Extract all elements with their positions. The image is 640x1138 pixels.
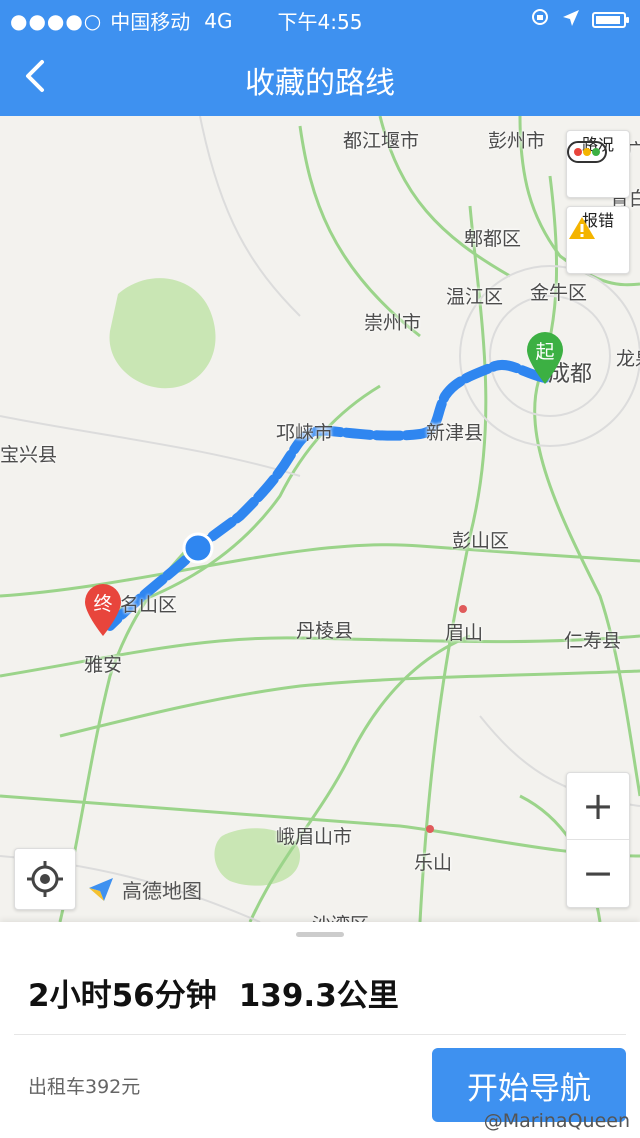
page-title: 收藏的路线: [245, 66, 395, 101]
minor-roads: [0, 116, 640, 922]
zoom-out-button[interactable]: −: [567, 839, 629, 906]
park-area: [109, 278, 216, 389]
place-label: 金牛区: [530, 282, 588, 304]
route-summary: 2小时56分钟 139.3公里: [28, 970, 399, 1015]
route-duration: 2小时56分钟: [28, 978, 217, 1014]
route-waypoint: [182, 532, 214, 564]
place-label: 雅安: [84, 654, 123, 676]
place-label: 龙泉: [616, 348, 640, 370]
zoom-controls: + −: [566, 772, 630, 908]
traffic-light-icon: [567, 141, 607, 163]
place-label: 名山区: [120, 594, 178, 616]
divider: [14, 1034, 626, 1035]
place-label: 沙湾区: [312, 910, 369, 922]
route-map[interactable]: 都江堰市 彭州市 郫都区 温江区 金牛区 崇州市 成都 龙泉 邛崃市 新津县 宝…: [0, 116, 640, 922]
traffic-button[interactable]: 路况: [566, 130, 630, 198]
route-distance: 139.3公里: [238, 978, 399, 1014]
taxi-fare: 出租车392元: [28, 1076, 141, 1098]
crosshair-icon: [27, 861, 63, 897]
route-summary-sheet: 2小时56分钟 139.3公里 出租车392元 开始导航 @MarinaQueen: [0, 922, 640, 1138]
place-label: 温江区: [446, 286, 504, 308]
place-label: 乐山: [414, 852, 453, 874]
place-label: 彭山区: [452, 530, 510, 552]
place-label: 丹棱县: [296, 620, 354, 642]
place-label: 彭州市: [488, 130, 546, 152]
orientation-lock-icon: [530, 7, 550, 32]
status-bar: ●●●●○ 中国移动 4G 下午4:55: [0, 0, 640, 36]
watermark: @MarinaQueen: [483, 1110, 630, 1132]
city-dot: [459, 605, 467, 613]
place-label: 都江堰市: [343, 130, 420, 152]
drag-handle[interactable]: [296, 932, 344, 937]
end-marker[interactable]: 终: [82, 582, 124, 638]
place-label: 眉山: [445, 622, 484, 644]
provider-name: 高德地图: [122, 878, 202, 903]
start-marker-label: 起: [535, 341, 555, 363]
location-arrow-icon: [562, 8, 580, 32]
battery-icon: [592, 11, 629, 28]
locate-me-button[interactable]: [14, 848, 76, 910]
place-label: 新津县: [426, 422, 484, 444]
place-label: 宝兴县: [0, 444, 58, 466]
navigation-bar: 收藏的路线: [0, 36, 640, 116]
road-network: [0, 116, 640, 922]
city-dot: [426, 825, 434, 833]
provider-logo: 高德地图: [86, 874, 202, 904]
amap-logo-icon: [89, 878, 113, 901]
start-marker[interactable]: 起: [524, 330, 566, 386]
place-label: 郫都区: [464, 228, 522, 250]
warning-icon: [569, 217, 595, 239]
end-marker-label: 终: [93, 593, 113, 615]
report-error-button[interactable]: 报错: [566, 206, 630, 274]
place-label: 邛崃市: [276, 422, 334, 444]
place-label: 崇州市: [364, 312, 422, 334]
map-canvas: [0, 116, 640, 922]
place-label: 仁寿县: [564, 630, 622, 652]
zoom-in-button[interactable]: +: [567, 773, 629, 839]
place-label: 峨眉山市: [276, 826, 353, 848]
